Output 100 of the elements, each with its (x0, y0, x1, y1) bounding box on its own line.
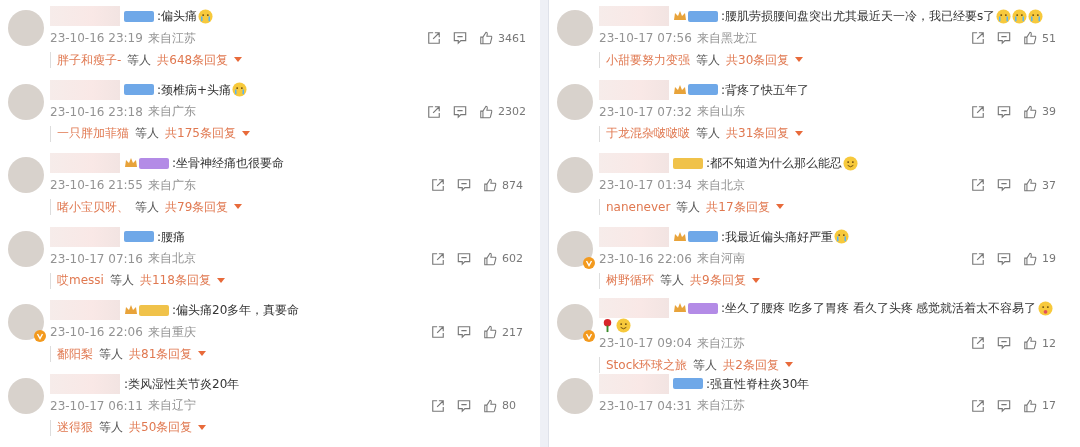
share-icon[interactable] (427, 31, 441, 45)
reply-others-text: 等人 (696, 51, 720, 69)
blurred-name (50, 300, 120, 320)
caret-icon[interactable] (795, 130, 804, 137)
share-icon[interactable] (971, 398, 985, 413)
reply-user-link[interactable]: Stock环球之旅 (606, 356, 688, 374)
reply-user-link[interactable]: 于龙混杂啵啵啵 (606, 125, 690, 142)
caret-icon[interactable] (216, 277, 225, 284)
share-icon[interactable] (971, 104, 985, 119)
comment-icon[interactable] (457, 398, 471, 413)
comment-text: :强直性脊柱炎30年 (706, 375, 810, 393)
comment-time: 23-10-16 21:55 (50, 178, 143, 192)
reply-count-link[interactable]: 共31条回复 (726, 125, 790, 142)
like-icon[interactable] (483, 325, 497, 339)
comment-icon[interactable] (457, 325, 471, 339)
avatar[interactable] (557, 304, 593, 340)
reply-count-link[interactable]: 共79条回复 (165, 198, 229, 216)
like-icon[interactable] (479, 31, 493, 45)
comment-icon[interactable] (997, 104, 1011, 119)
share-icon[interactable] (431, 398, 445, 413)
crying-face-icon (1028, 8, 1044, 24)
reply-user-link[interactable]: 鄱阳梨 (57, 345, 93, 363)
caret-icon[interactable] (234, 57, 243, 63)
comment-text: :偏头痛20多年，真要命 (172, 302, 300, 319)
like-icon[interactable] (1023, 251, 1037, 266)
reply-count-link[interactable]: 共81条回复 (129, 345, 193, 363)
comment-icon[interactable] (997, 251, 1011, 266)
crying-face-icon (232, 82, 248, 97)
caret-icon[interactable] (751, 277, 760, 284)
comment-icon[interactable] (457, 251, 471, 266)
blurred-name (50, 6, 120, 26)
reply-count-link[interactable]: 共50条回复 (129, 419, 193, 436)
share-icon[interactable] (431, 178, 445, 192)
comment-time: 23-10-17 09:04 (599, 336, 692, 350)
reply-user-link[interactable]: nanenever (606, 200, 671, 214)
blurred-name (599, 298, 669, 318)
like-icon[interactable] (479, 104, 493, 119)
share-icon[interactable] (971, 336, 985, 350)
caret-icon[interactable] (234, 204, 243, 210)
reply-user-link[interactable]: 小甜要努力变强 (606, 51, 690, 69)
reply-count-link[interactable]: 共2条回复 (723, 356, 779, 374)
crying-face-icon (1012, 8, 1028, 24)
crying-face-icon (834, 229, 850, 244)
share-icon[interactable] (431, 325, 445, 339)
reply-user-link[interactable]: 胖子和瘦子- (57, 51, 122, 69)
reply-count-link[interactable]: 共648条回复 (157, 51, 229, 69)
reply-user-link[interactable]: 树野循环 (606, 272, 654, 289)
share-icon[interactable] (971, 251, 985, 266)
comment-location: 来自河南 (696, 250, 745, 267)
comment-icon[interactable] (453, 31, 467, 45)
like-icon[interactable] (1023, 104, 1037, 119)
crying-face-icon (198, 8, 214, 24)
comment-icon[interactable] (997, 336, 1011, 350)
caret-icon[interactable] (241, 130, 250, 137)
like-count: 17 (1042, 399, 1057, 412)
like-icon[interactable] (1023, 336, 1037, 350)
reply-count-link[interactable]: 共17条回复 (706, 198, 770, 216)
comment-text: :偏头痛 (157, 8, 198, 25)
caret-icon[interactable] (784, 362, 793, 368)
comment-icon[interactable] (997, 178, 1011, 192)
share-icon[interactable] (971, 178, 985, 192)
like-count: 12 (1042, 336, 1057, 350)
reply-others-text: 等人 (99, 419, 123, 436)
reply-others-text: 等人 (693, 356, 718, 374)
like-count: 39 (1042, 105, 1057, 118)
reply-user-link[interactable]: 哎messi (57, 272, 104, 289)
reply-others-text: 等人 (99, 345, 123, 363)
like-icon[interactable] (483, 178, 497, 192)
comment-icon[interactable] (453, 104, 467, 119)
reply-count-link[interactable]: 共30条回复 (726, 51, 790, 69)
reply-user-link[interactable]: 啫小宝贝呀、 (57, 198, 129, 216)
share-icon[interactable] (431, 251, 445, 266)
comment-text: :腰肌劳损腰间盘突出尤其最近天一冷，我已经要s了 (721, 8, 996, 25)
blurred-name (50, 79, 120, 100)
comment-icon[interactable] (997, 31, 1011, 45)
reply-user-link[interactable]: 一只胖加菲猫 (57, 125, 129, 142)
like-icon[interactable] (483, 398, 497, 413)
blurred-name (599, 79, 669, 100)
reply-count-link[interactable]: 共175条回复 (165, 125, 236, 142)
avatar[interactable] (8, 304, 44, 340)
reply-count-link[interactable]: 共118条回复 (139, 272, 211, 289)
comment-text: :都不知道为什么那么能忍 (706, 155, 843, 172)
like-icon[interactable] (1023, 31, 1037, 45)
reply-count-link[interactable]: 共9条回复 (690, 272, 746, 289)
share-icon[interactable] (971, 31, 985, 45)
avatar[interactable] (557, 230, 593, 267)
caret-icon[interactable] (198, 424, 207, 431)
comment-icon[interactable] (457, 178, 471, 192)
like-icon[interactable] (1023, 398, 1037, 413)
comment-location: 来自广东 (147, 103, 196, 120)
share-icon[interactable] (427, 104, 441, 119)
reply-user-link[interactable]: 迷得狠 (57, 419, 93, 436)
caret-icon[interactable] (795, 57, 804, 63)
like-icon[interactable] (483, 251, 497, 266)
like-icon[interactable] (1023, 178, 1037, 192)
comment-location: 来自重庆 (147, 323, 196, 341)
comment-icon[interactable] (997, 398, 1011, 413)
comment-location: 来自黑龙江 (696, 29, 757, 47)
caret-icon[interactable] (775, 204, 784, 210)
caret-icon[interactable] (198, 351, 207, 357)
